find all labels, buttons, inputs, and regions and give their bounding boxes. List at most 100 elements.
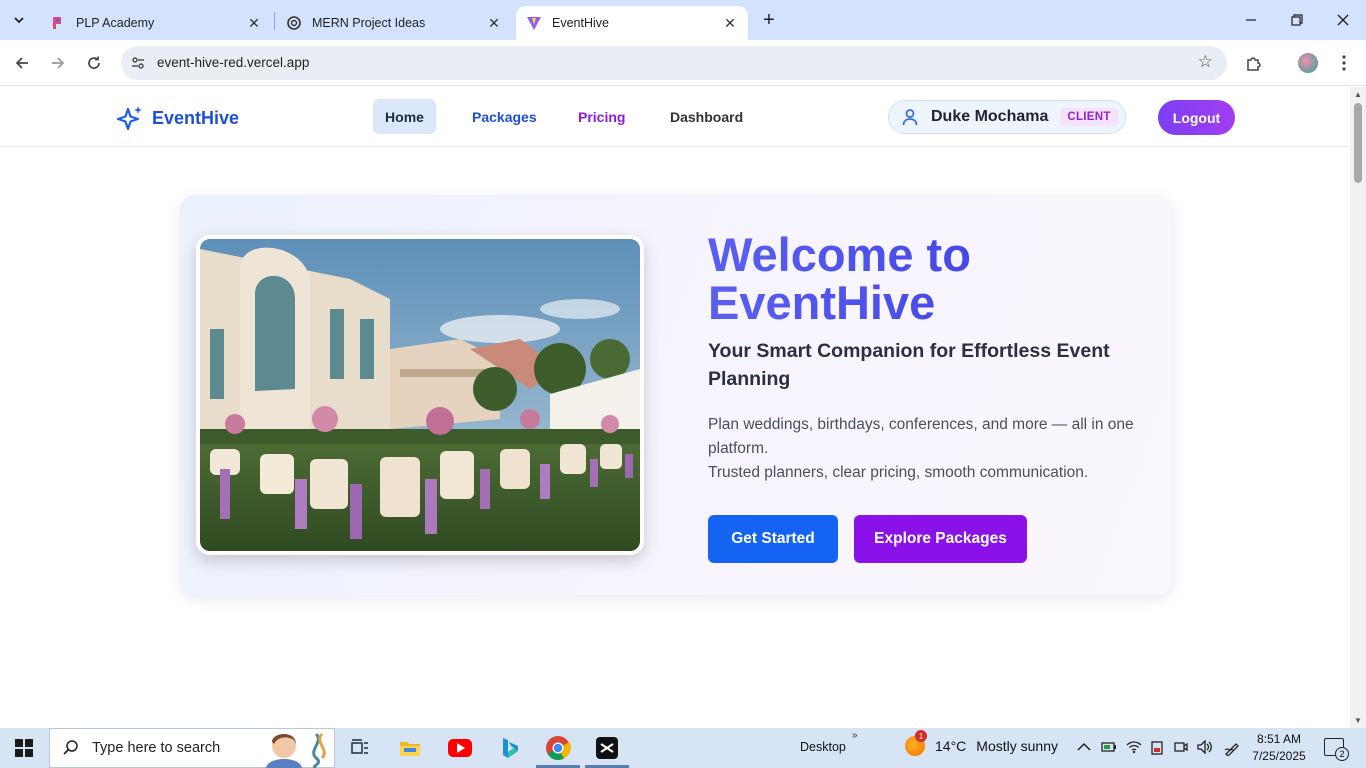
logout-button[interactable]: Logout bbox=[1158, 100, 1235, 135]
profile-avatar[interactable] bbox=[1298, 53, 1318, 73]
close-icon bbox=[1337, 14, 1349, 26]
extensions-button[interactable] bbox=[1240, 49, 1268, 77]
pen-ink-icon[interactable] bbox=[1224, 740, 1242, 759]
close-window-button[interactable] bbox=[1320, 0, 1366, 40]
power-plug-icon[interactable] bbox=[1150, 740, 1164, 759]
get-started-button[interactable]: Get Started bbox=[708, 515, 838, 563]
youtube-button[interactable] bbox=[446, 734, 474, 762]
start-button[interactable] bbox=[0, 728, 48, 768]
nav-dashboard[interactable]: Dashboard bbox=[656, 99, 757, 134]
bing-icon bbox=[503, 738, 518, 758]
capcut-icon bbox=[596, 737, 618, 759]
reload-icon bbox=[88, 56, 100, 69]
close-icon[interactable]: ✕ bbox=[486, 15, 502, 31]
browser-menu-button[interactable] bbox=[1330, 49, 1358, 77]
meet-now-icon[interactable] bbox=[1174, 740, 1188, 757]
browser-tab-eventhive[interactable]: EventHive ✕ bbox=[516, 6, 748, 40]
weather-condition: Mostly sunny bbox=[976, 738, 1058, 754]
browser-tab-mern[interactable]: MERN Project Ideas ✕ bbox=[276, 6, 512, 40]
search-highlight-illustration bbox=[266, 732, 326, 768]
system-clock[interactable]: 8:51 AM 7/25/2025 bbox=[1252, 731, 1306, 765]
task-view-button[interactable] bbox=[346, 734, 374, 762]
hero-description-line1: Plan weddings, birthdays, conferences, a… bbox=[708, 416, 1134, 457]
minimize-button[interactable] bbox=[1228, 0, 1274, 40]
clock-time: 8:51 AM bbox=[1256, 732, 1302, 746]
close-icon[interactable]: ✕ bbox=[722, 15, 738, 31]
nav-packages[interactable]: Packages bbox=[458, 99, 551, 134]
chrome-button[interactable] bbox=[536, 734, 580, 768]
search-placeholder: Type here to search bbox=[92, 740, 221, 756]
page-scrollbar[interactable]: ▲ ▼ bbox=[1350, 87, 1366, 728]
more-vertical-icon bbox=[1342, 55, 1346, 71]
browser-toolbar: event-hive-red.vercel.app ☆ bbox=[0, 40, 1366, 86]
brand-link[interactable]: EventHive bbox=[116, 104, 239, 132]
reload-button[interactable] bbox=[80, 49, 108, 77]
weather-widget[interactable]: 1 14°C Mostly sunny bbox=[905, 730, 1058, 756]
clock-date: 7/25/2025 bbox=[1252, 749, 1306, 763]
temperature: 14°C bbox=[935, 738, 967, 754]
restore-icon bbox=[1291, 14, 1303, 26]
taskbar-search[interactable]: Type here to search bbox=[49, 728, 335, 768]
user-icon bbox=[902, 109, 918, 126]
site-info-icon[interactable] bbox=[129, 54, 147, 72]
arrow-right-icon bbox=[52, 57, 65, 69]
hero-description-line2: Trusted planners, clear pricing, smooth … bbox=[708, 464, 1089, 481]
tab-title: EventHive bbox=[552, 16, 609, 30]
hero-title: Welcome to EventHive bbox=[708, 231, 1148, 327]
restore-button[interactable] bbox=[1274, 0, 1320, 40]
new-tab-button[interactable]: + bbox=[758, 8, 780, 32]
browser-tab-strip: PLP Academy ✕ MERN Project Ideas ✕ Event… bbox=[0, 0, 1366, 40]
hero-title-line2: EventHive bbox=[708, 276, 936, 329]
wifi-icon[interactable] bbox=[1126, 740, 1142, 757]
vite-icon bbox=[526, 15, 542, 31]
tab-search-button[interactable] bbox=[6, 7, 32, 33]
user-profile-chip[interactable]: Duke Mochama CLIENT bbox=[888, 100, 1126, 134]
hero-text-block: Welcome to EventHive Your Smart Companio… bbox=[708, 231, 1148, 485]
url-text: event-hive-red.vercel.app bbox=[157, 55, 310, 70]
battery-saver-icon[interactable] bbox=[1101, 740, 1117, 757]
bookmark-star-icon[interactable]: ☆ bbox=[1198, 52, 1213, 72]
address-bar[interactable]: event-hive-red.vercel.app ☆ bbox=[121, 46, 1227, 80]
close-icon[interactable]: ✕ bbox=[246, 15, 262, 31]
nav-pricing[interactable]: Pricing bbox=[564, 99, 639, 134]
browser-tab-plp[interactable]: PLP Academy ✕ bbox=[40, 6, 272, 40]
openai-icon bbox=[286, 15, 302, 31]
hero-title-line1: Welcome to bbox=[708, 228, 971, 281]
volume-icon[interactable] bbox=[1197, 739, 1213, 757]
user-name: Duke Mochama bbox=[931, 108, 1049, 125]
tab-title: MERN Project Ideas bbox=[312, 16, 426, 30]
tab-divider bbox=[274, 12, 275, 30]
scroll-down-icon[interactable]: ▼ bbox=[1354, 716, 1362, 725]
scroll-up-icon[interactable]: ▲ bbox=[1354, 90, 1362, 99]
nav-home[interactable]: Home bbox=[373, 99, 436, 134]
hero-subtitle: Your Smart Companion for Effortless Even… bbox=[708, 340, 1110, 390]
plp-icon bbox=[50, 15, 66, 31]
weather-alert-badge: 1 bbox=[915, 730, 927, 742]
chevron-down-icon bbox=[14, 17, 24, 24]
app-navbar: EventHive Home Packages Pricing Dashboar… bbox=[0, 87, 1350, 147]
windows-taskbar: Type here to search Desktop » 1 14°C Mos… bbox=[0, 728, 1366, 768]
sparkles-icon bbox=[116, 106, 142, 131]
scrollbar-thumb[interactable] bbox=[1354, 103, 1362, 183]
explore-packages-button[interactable]: Explore Packages bbox=[854, 515, 1027, 563]
role-badge: CLIENT bbox=[1060, 108, 1118, 126]
hero-description: Plan weddings, birthdays, conferences, a… bbox=[708, 413, 1148, 485]
chevron-up-icon bbox=[1077, 742, 1091, 751]
puzzle-icon bbox=[1247, 57, 1261, 71]
weather-sun-icon: 1 bbox=[905, 730, 927, 756]
notification-center-button[interactable]: 2 bbox=[1324, 738, 1349, 761]
show-hidden-icons-button[interactable] bbox=[1077, 740, 1091, 755]
arrow-left-icon bbox=[15, 57, 28, 69]
capcut-button[interactable] bbox=[585, 734, 629, 768]
back-button[interactable] bbox=[8, 49, 36, 77]
minimize-icon bbox=[1246, 19, 1256, 21]
file-explorer-button[interactable] bbox=[396, 734, 424, 762]
bing-button[interactable] bbox=[496, 734, 524, 762]
task-view-icon bbox=[351, 739, 368, 754]
forward-button[interactable] bbox=[44, 49, 72, 77]
folder-icon bbox=[400, 742, 420, 756]
hero-card: Welcome to EventHive Your Smart Companio… bbox=[180, 195, 1172, 595]
desktop-toolbar-label[interactable]: Desktop bbox=[800, 740, 846, 754]
double-chevron-right-icon[interactable]: » bbox=[852, 730, 858, 741]
page-viewport: EventHive Home Packages Pricing Dashboar… bbox=[0, 87, 1350, 728]
